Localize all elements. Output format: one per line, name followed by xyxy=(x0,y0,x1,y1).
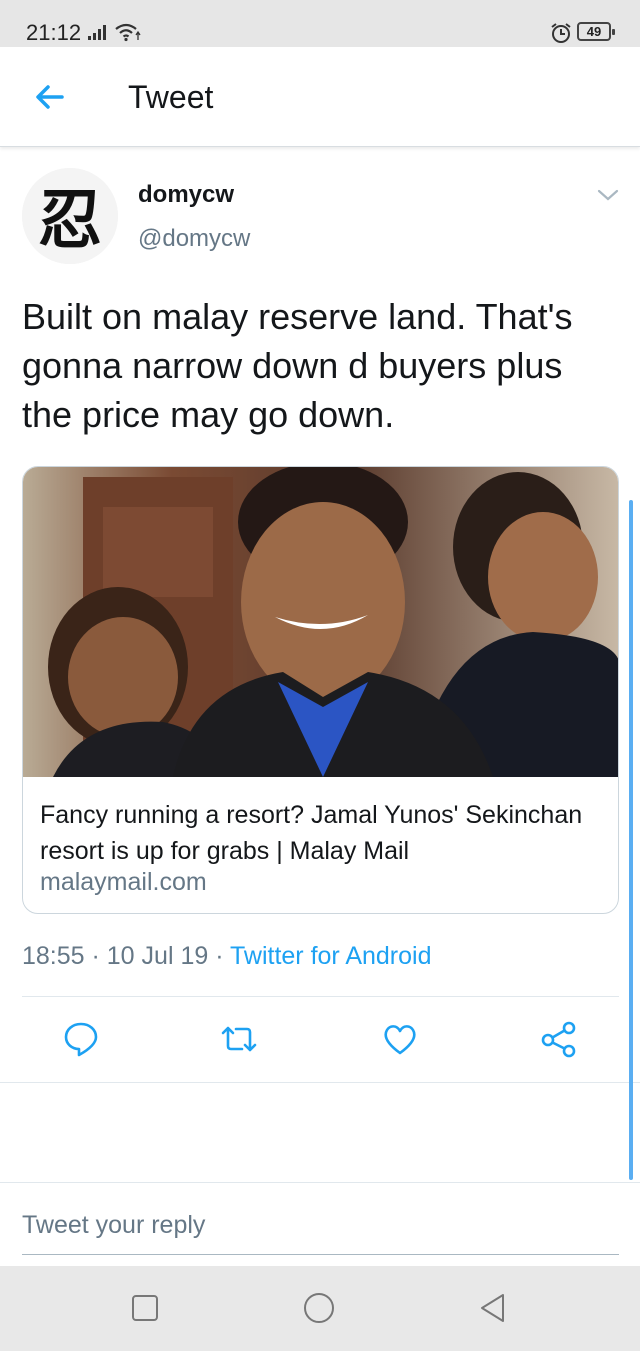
scrollbar[interactable] xyxy=(629,500,633,1180)
page-title: Tweet xyxy=(128,79,214,115)
link-card[interactable]: Fancy running a resort? Jamal Yunos' Sek… xyxy=(22,466,619,914)
divider xyxy=(22,996,619,997)
status-time: 21:12 xyxy=(26,20,82,45)
chevron-down-icon[interactable] xyxy=(596,186,620,204)
status-bar: 21:12 49 xyxy=(0,0,640,47)
divider xyxy=(0,1082,640,1083)
card-image[interactable] xyxy=(23,467,619,777)
reply-icon[interactable] xyxy=(62,1020,100,1058)
meta-separator: · xyxy=(84,942,107,970)
meta-separator: · xyxy=(208,942,231,970)
home-icon[interactable] xyxy=(302,1291,336,1325)
like-icon[interactable] xyxy=(381,1020,419,1058)
tweet-text: Built on malay reserve land. That's gonn… xyxy=(22,296,573,435)
navigation-bar xyxy=(0,1266,640,1351)
reply-input[interactable] xyxy=(22,1209,619,1255)
retweet-icon[interactable] xyxy=(220,1020,258,1058)
battery-icon: 49 xyxy=(577,22,615,41)
avatar[interactable]: 忍 xyxy=(22,168,118,264)
app-header: Tweet xyxy=(0,47,640,147)
recent-apps-icon[interactable] xyxy=(128,1291,162,1325)
signal-icon xyxy=(88,25,106,40)
avatar-glyph: 忍 xyxy=(38,183,102,258)
card-title: Fancy running a resort? Jamal Yunos' Sek… xyxy=(40,801,583,865)
tweet-source-link[interactable]: Twitter for Android xyxy=(230,942,431,970)
share-icon[interactable] xyxy=(540,1020,578,1058)
user-handle[interactable]: @domycw xyxy=(138,225,250,253)
wifi-icon xyxy=(115,23,141,42)
tweet-meta: 18:55 · 10 Jul 19 · Twitter for Android xyxy=(22,942,432,971)
tweet-time: 18:55 xyxy=(22,942,85,970)
arrow-left-icon[interactable] xyxy=(32,79,68,115)
card-domain: malaymail.com xyxy=(40,868,207,896)
display-name[interactable]: domycw xyxy=(138,181,234,209)
reply-bar xyxy=(0,1182,640,1266)
avatar-calligraphy-icon: 忍 xyxy=(22,168,118,264)
tweet-date: 10 Jul 19 xyxy=(106,942,209,970)
alarm-icon xyxy=(551,23,571,43)
back-icon[interactable] xyxy=(476,1291,510,1325)
